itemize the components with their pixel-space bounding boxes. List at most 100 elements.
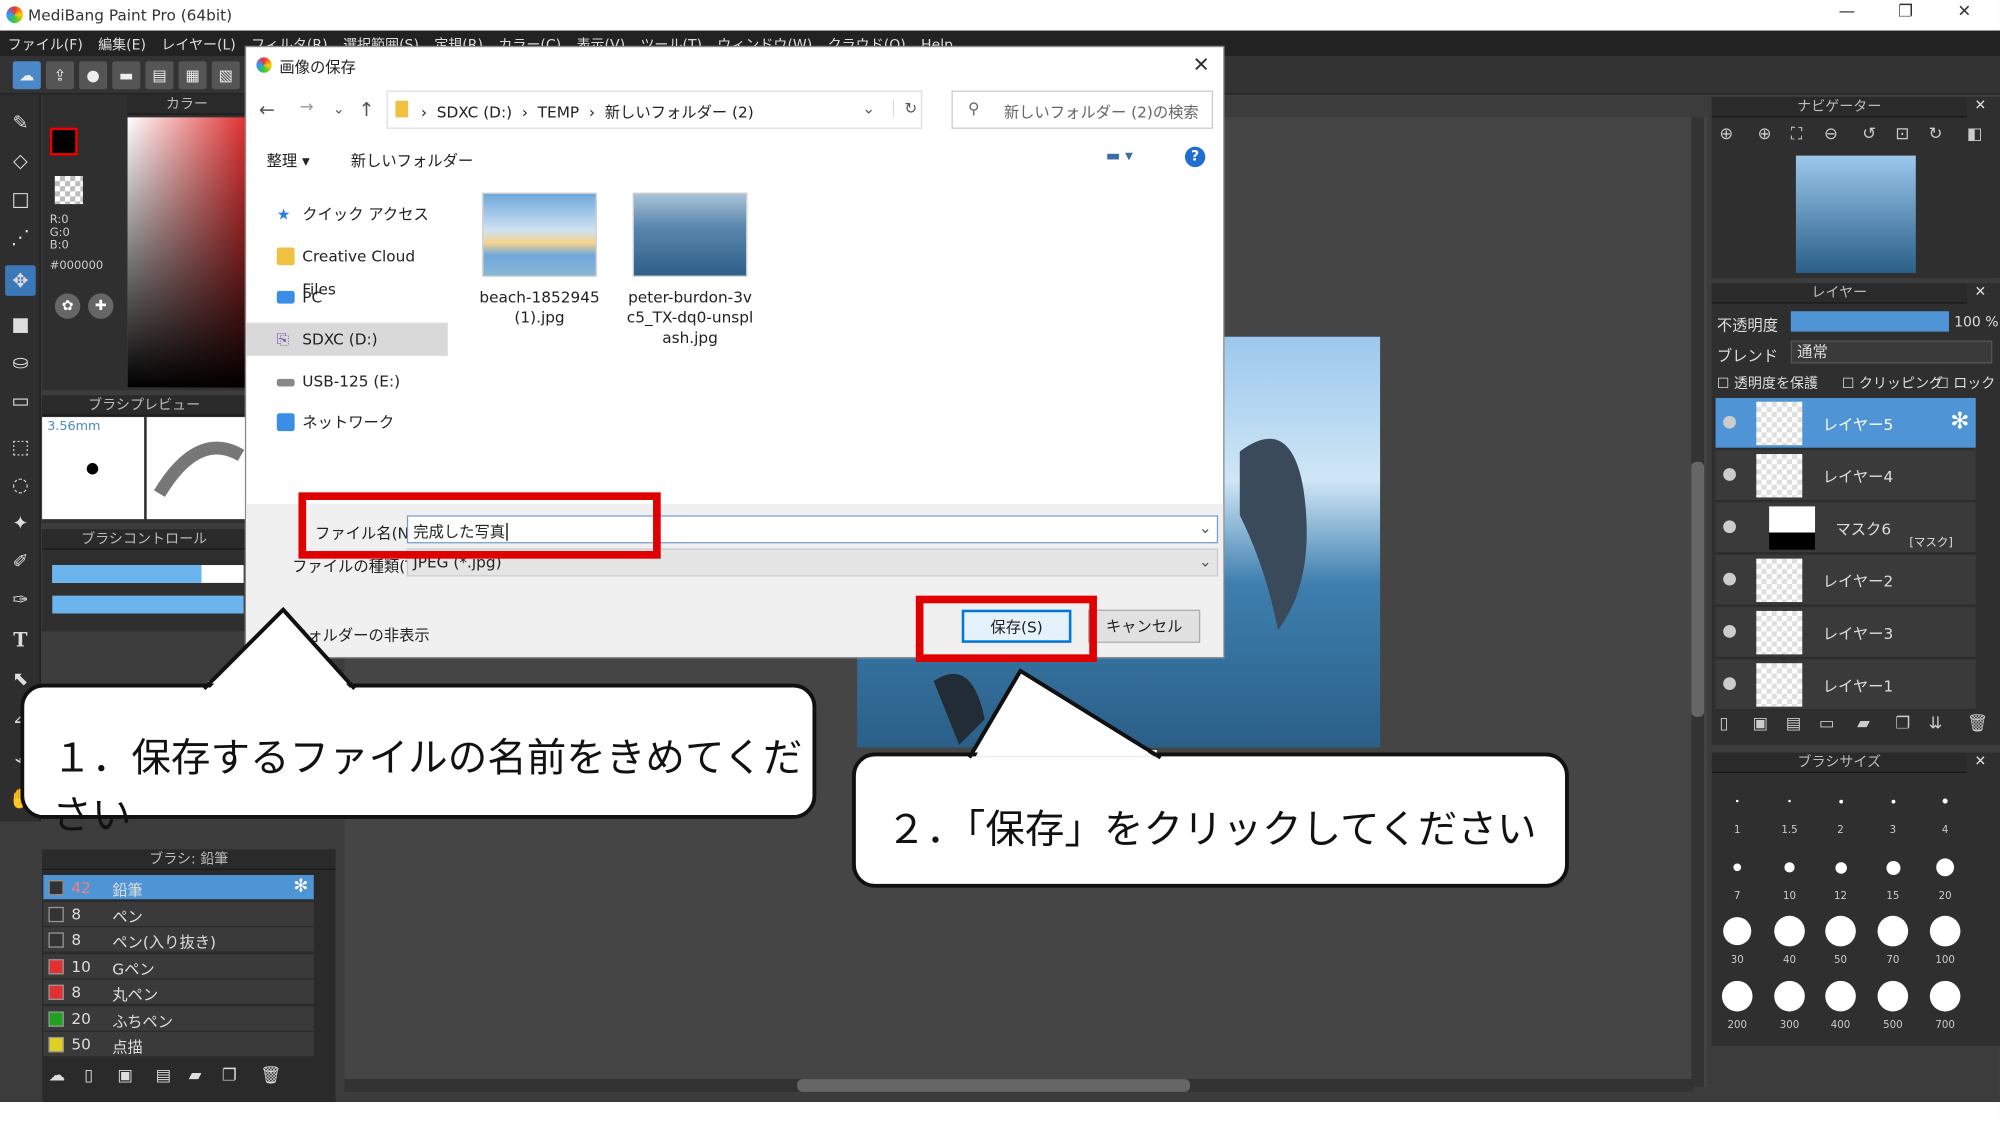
- opacity-slider[interactable]: [1790, 311, 1949, 332]
- brush-list-item[interactable]: 50 点描: [43, 1031, 314, 1058]
- crumb-temp[interactable]: TEMP: [538, 103, 579, 121]
- dot-tool-icon[interactable]: ⋰: [5, 222, 36, 253]
- brush-list-item[interactable]: 8 ペン: [43, 901, 314, 927]
- shape-tool-icon[interactable]: □: [5, 184, 36, 215]
- brush-size-dot[interactable]: [1825, 980, 1856, 1012]
- refresh-icon[interactable]: ↻: [892, 99, 917, 118]
- brush-size-dot[interactable]: [1825, 915, 1856, 947]
- layout-icon[interactable]: ▧: [211, 61, 240, 90]
- menu-layer[interactable]: レイヤー(L): [154, 31, 244, 59]
- brush-size-dot[interactable]: [1733, 863, 1742, 872]
- zoom-in-icon[interactable]: ⊕: [1719, 125, 1733, 144]
- transparent-color[interactable]: [54, 176, 83, 205]
- grid-icon[interactable]: ▦: [178, 61, 207, 90]
- restore-button[interactable]: ❐: [1880, 3, 1931, 29]
- zoom-actual-icon[interactable]: ⊕: [1758, 125, 1772, 144]
- reset-icon[interactable]: ⊡: [1895, 125, 1909, 144]
- menu-edit[interactable]: 編集(E): [90, 31, 153, 59]
- layer-settings-gear-icon[interactable]: ✻: [1950, 408, 1969, 435]
- brush-delete-icon[interactable]: 🗑: [260, 1066, 281, 1085]
- brush-size-dot[interactable]: [1774, 980, 1805, 1012]
- forward-arrow-icon[interactable]: →: [300, 98, 314, 117]
- brush-cloud-icon[interactable]: ☁: [48, 1066, 65, 1085]
- layer-row[interactable]: マスク6 [マスク]: [1715, 502, 1976, 554]
- fit-icon[interactable]: ⛶: [1791, 125, 1803, 144]
- brush-size-dot[interactable]: [1723, 917, 1752, 946]
- address-dropdown-icon[interactable]: ⌄: [862, 99, 875, 117]
- navigator-thumbnail[interactable]: [1795, 155, 1916, 273]
- crumb-folder[interactable]: 新しいフォルダー (2): [605, 103, 754, 121]
- rotate-left-icon[interactable]: ↺: [1862, 125, 1876, 144]
- brush-list-item[interactable]: 20 ふちペン: [43, 1005, 314, 1032]
- palette-icon[interactable]: ✿: [54, 293, 81, 319]
- up-arrow-icon[interactable]: ↑: [358, 98, 374, 121]
- duplicate-layer-icon[interactable]: ❐: [1895, 714, 1910, 733]
- brush-opacity-slider[interactable]: [52, 595, 244, 614]
- dialog-close-icon[interactable]: ✕: [1193, 52, 1210, 76]
- move-tool-icon[interactable]: ✥: [5, 265, 36, 296]
- visibility-eye-icon[interactable]: [1723, 520, 1736, 534]
- brush-settings-gear-icon[interactable]: ✻: [293, 876, 308, 896]
- brush-size-dot[interactable]: [1942, 798, 1948, 804]
- clipping-checkbox[interactable]: ☐ クリッピング: [1842, 372, 1943, 392]
- brush-size-dot[interactable]: [1877, 980, 1909, 1012]
- zoom-out-icon[interactable]: ⊖: [1824, 125, 1838, 144]
- canvas-vscroll[interactable]: [1691, 117, 1705, 1087]
- brush-size-dot[interactable]: [1735, 799, 1739, 803]
- layer-folder-icon[interactable]: ▰: [1857, 714, 1870, 733]
- brush-size-dot[interactable]: [1885, 860, 1900, 875]
- brush-folder-icon[interactable]: ▰: [189, 1066, 202, 1085]
- chat-icon[interactable]: ▬: [112, 61, 141, 90]
- blend-select[interactable]: 通常: [1790, 340, 1993, 364]
- select-rect-icon[interactable]: ⬚: [5, 431, 36, 462]
- cloud-icon[interactable]: ☁: [12, 61, 41, 90]
- filename-dropdown-icon[interactable]: ⌄: [1199, 519, 1212, 537]
- back-arrow-icon[interactable]: ←: [259, 98, 275, 121]
- magic-wand-icon[interactable]: ✦: [5, 508, 36, 539]
- minimize-button[interactable]: —: [1821, 3, 1872, 29]
- brush-size-dot[interactable]: [1834, 861, 1847, 874]
- eraser-tool-icon[interactable]: ◇: [5, 145, 36, 176]
- brush-size-dot[interactable]: [1929, 915, 1961, 947]
- filetype-dropdown-icon[interactable]: ⌄: [1199, 552, 1212, 570]
- cancel-button[interactable]: キャンセル: [1088, 609, 1201, 643]
- brush-tool-icon[interactable]: ✎: [5, 107, 36, 138]
- nav-network[interactable]: ネットワーク: [246, 406, 448, 439]
- brush-size-dot[interactable]: [1936, 858, 1955, 877]
- new-folder-button[interactable]: 新しいフォルダー: [351, 149, 473, 171]
- layer-row[interactable]: レイヤー5 ✻: [1715, 397, 1976, 449]
- comment-icon[interactable]: ●: [79, 61, 108, 90]
- protect-alpha-checkbox[interactable]: ☐ 透明度を保護: [1717, 372, 1818, 392]
- layer-row[interactable]: レイヤー2: [1715, 554, 1976, 606]
- brush-size-dot[interactable]: [1721, 980, 1753, 1012]
- file-item[interactable]: beach-1852945 (1).jpg: [476, 192, 604, 328]
- upload-icon[interactable]: ⇪: [45, 61, 74, 90]
- page-icon[interactable]: ▤: [145, 61, 174, 90]
- visibility-eye-icon[interactable]: [1723, 624, 1736, 638]
- new-layer-icon[interactable]: ▯: [1719, 714, 1728, 733]
- new-layer-1bit-icon[interactable]: ▤: [1786, 714, 1802, 733]
- brush-size-dot[interactable]: [1838, 799, 1843, 803]
- brush-new-icon[interactable]: ▯: [84, 1066, 93, 1085]
- nav-pc[interactable]: PC: [246, 281, 448, 314]
- lock-checkbox[interactable]: ☐ ロック: [1936, 372, 1995, 392]
- brush-add-icon[interactable]: ▣: [117, 1066, 133, 1085]
- new-layer-8bit-icon[interactable]: ▣: [1753, 714, 1769, 733]
- brush-size-dot[interactable]: [1929, 980, 1961, 1012]
- layer-row[interactable]: レイヤー3: [1715, 607, 1976, 659]
- brush-size-slider[interactable]: [52, 565, 244, 583]
- visibility-eye-icon[interactable]: [1723, 572, 1736, 586]
- recent-dropdown-icon[interactable]: ⌄: [333, 101, 345, 118]
- nav-quick-access[interactable]: ★ クイック アクセス: [246, 198, 448, 231]
- layer-row[interactable]: レイヤー1: [1715, 659, 1976, 711]
- nav-creative-cloud[interactable]: Creative Cloud Files: [246, 240, 448, 298]
- layer-row[interactable]: レイヤー4: [1715, 450, 1976, 502]
- select-pen-icon[interactable]: ✐: [5, 546, 36, 577]
- menu-file[interactable]: ファイル(F): [0, 31, 90, 59]
- visibility-eye-icon[interactable]: [1723, 468, 1736, 481]
- brush-size-dot[interactable]: [1774, 915, 1805, 947]
- add-layer-menu-icon[interactable]: ▭: [1819, 714, 1835, 733]
- brush-list-item[interactable]: 42 鉛筆 ✻: [43, 874, 314, 901]
- brush-size-dot[interactable]: [1784, 862, 1795, 873]
- nav-usb[interactable]: USB-125 (E:): [246, 365, 448, 398]
